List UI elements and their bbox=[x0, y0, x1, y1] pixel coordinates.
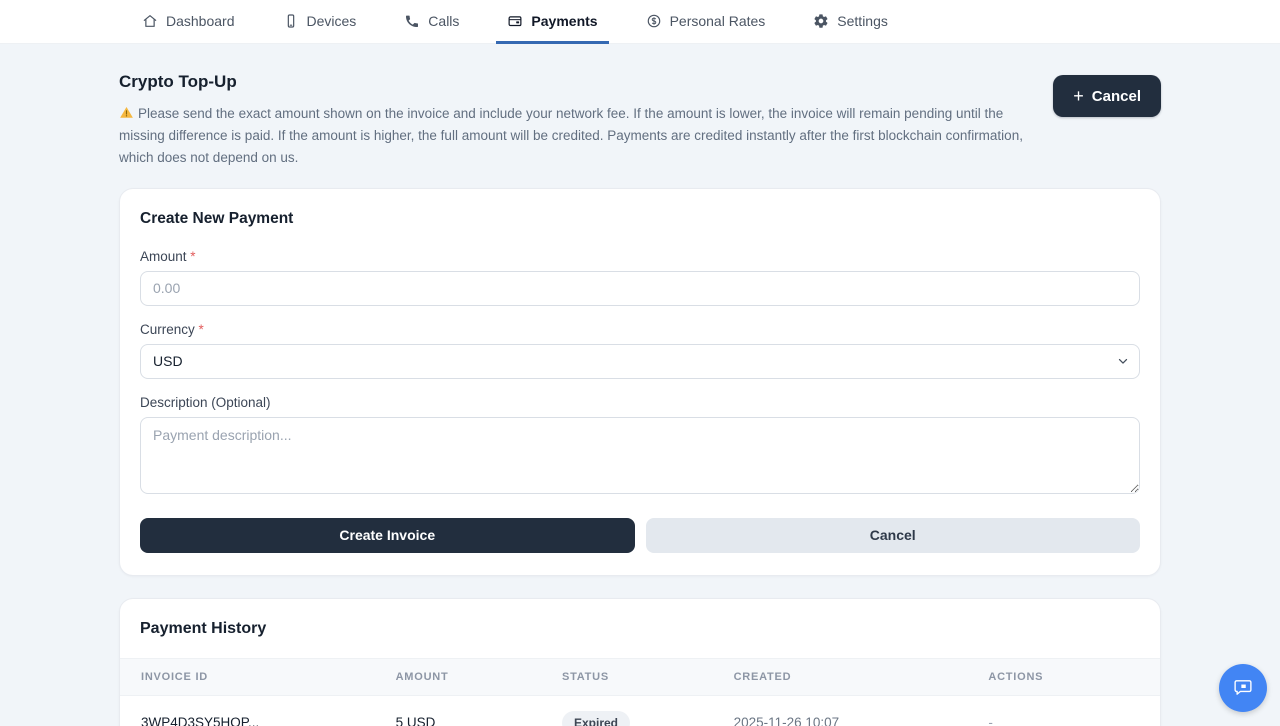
page-title: Crypto Top-Up bbox=[119, 72, 1044, 92]
create-payment-card: Create New Payment Amount * Currency * U… bbox=[119, 188, 1161, 576]
amount-input[interactable] bbox=[140, 271, 1140, 306]
cell-actions: - bbox=[988, 695, 1160, 726]
main-content: Crypto Top-Up Please send the exact amou… bbox=[119, 44, 1161, 726]
cancel-button[interactable]: Cancel bbox=[646, 518, 1141, 553]
chat-bubble-icon bbox=[1232, 676, 1254, 701]
home-icon bbox=[142, 13, 158, 29]
currency-label: Currency * bbox=[140, 322, 1140, 337]
cell-status: Expired bbox=[562, 695, 734, 726]
nav-items: Dashboard Devices Calls Payments Personal Ra… bbox=[119, 0, 1161, 44]
form-title: Create New Payment bbox=[140, 210, 1140, 228]
amount-label: Amount * bbox=[140, 249, 1140, 264]
nav-item-label: Payments bbox=[531, 13, 597, 29]
cell-invoice-id: 3WP4D3SY5HQP... bbox=[120, 695, 396, 726]
nav-item-label: Personal Rates bbox=[670, 13, 766, 29]
nav-item-label: Settings bbox=[837, 13, 888, 29]
history-title: Payment History bbox=[120, 599, 1160, 658]
status-badge: Expired bbox=[562, 711, 630, 726]
crypto-topup-header: Crypto Top-Up Please send the exact amou… bbox=[119, 72, 1161, 169]
nav-item-personal-rates[interactable]: Personal Rates bbox=[635, 0, 777, 44]
chat-button[interactable] bbox=[1219, 664, 1267, 712]
column-header-actions: Actions bbox=[988, 658, 1160, 695]
column-header-created: Created bbox=[734, 658, 989, 695]
create-invoice-button[interactable]: Create Invoice bbox=[140, 518, 635, 553]
wallet-icon bbox=[507, 13, 523, 29]
amount-field-group: Amount * bbox=[140, 249, 1140, 306]
payment-history-card: Payment History Invoice IDAmountStatusCr… bbox=[119, 598, 1161, 726]
plus-icon: + bbox=[1073, 87, 1084, 105]
top-nav: Dashboard Devices Calls Payments Personal Ra… bbox=[0, 0, 1280, 44]
nav-item-payments[interactable]: Payments bbox=[496, 0, 608, 44]
payment-history-table: Invoice IDAmountStatusCreatedActions 3WP… bbox=[120, 658, 1160, 726]
cell-amount: 5 USD bbox=[396, 695, 562, 726]
currency-field-group: Currency * USD bbox=[140, 322, 1140, 379]
warning-icon bbox=[119, 105, 134, 119]
nav-item-settings[interactable]: Settings bbox=[802, 0, 899, 44]
warning-text-body: Please send the exact amount shown on th… bbox=[119, 106, 1023, 165]
nav-item-calls[interactable]: Calls bbox=[393, 0, 470, 44]
nav-item-label: Dashboard bbox=[166, 13, 235, 29]
table-header-row: Invoice IDAmountStatusCreatedActions bbox=[120, 658, 1160, 695]
device-icon bbox=[283, 13, 299, 29]
dollar-circle-icon bbox=[646, 13, 662, 29]
description-label: Description (Optional) bbox=[140, 395, 1140, 410]
cell-created: 2025-11-26 10:07 bbox=[734, 695, 989, 726]
gear-icon bbox=[813, 13, 829, 29]
phone-icon bbox=[404, 13, 420, 29]
form-actions: Create Invoice Cancel bbox=[140, 518, 1140, 553]
table-row: 3WP4D3SY5HQP...5 USDExpired 2025-11-26 10… bbox=[120, 695, 1160, 726]
nav-item-label: Calls bbox=[428, 13, 459, 29]
column-header-invoice-id: Invoice ID bbox=[120, 658, 396, 695]
nav-item-label: Devices bbox=[307, 13, 357, 29]
column-header-status: Status bbox=[562, 658, 734, 695]
column-header-amount: Amount bbox=[396, 658, 562, 695]
description-textarea[interactable] bbox=[140, 417, 1140, 494]
nav-item-dashboard[interactable]: Dashboard bbox=[131, 0, 246, 44]
warning-text: Please send the exact amount shown on th… bbox=[119, 103, 1044, 169]
required-asterisk: * bbox=[190, 249, 195, 264]
nav-item-devices[interactable]: Devices bbox=[272, 0, 368, 44]
required-asterisk: * bbox=[199, 322, 204, 337]
description-field-group: Description (Optional) bbox=[140, 395, 1140, 499]
cancel-topup-label: Cancel bbox=[1092, 88, 1141, 105]
cancel-topup-button[interactable]: + Cancel bbox=[1053, 75, 1161, 117]
currency-select[interactable]: USD bbox=[140, 344, 1140, 379]
